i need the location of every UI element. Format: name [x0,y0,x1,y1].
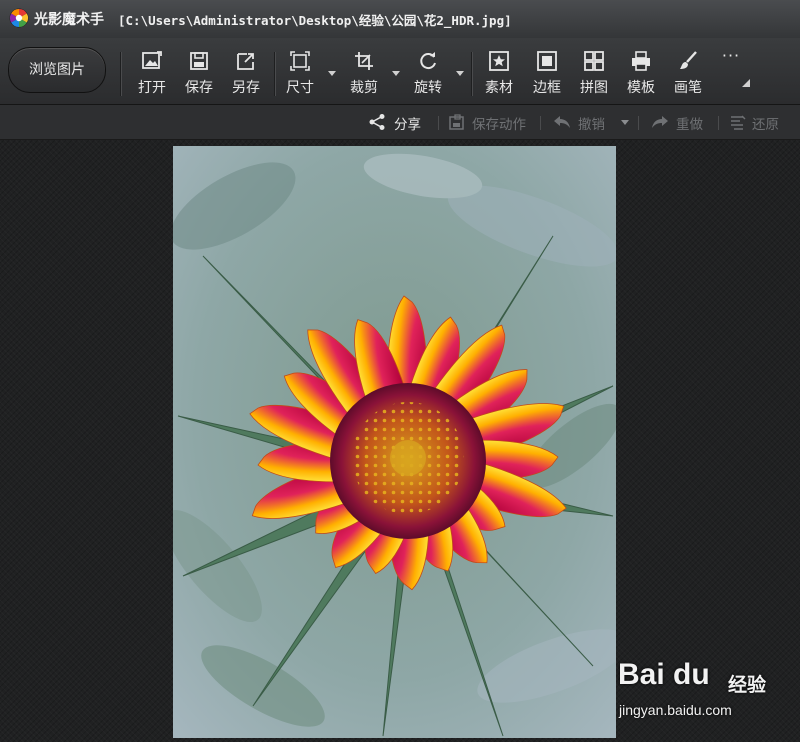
collage-grid-icon [584,51,604,71]
more-tools-button[interactable]: ··· [716,46,746,98]
crop-icon [355,52,373,70]
undo-dropdown-caret-icon[interactable] [620,117,630,127]
save-as-button[interactable]: 另存 [224,46,268,98]
open-image-icon [142,51,162,69]
save-label: 保存 [185,80,213,96]
printer-template-icon [632,51,650,71]
material-label: 素材 [485,80,513,96]
restore-button[interactable]: 还原 [728,112,788,133]
open-label: 打开 [138,80,166,96]
more-tools-label: ··· [721,46,741,65]
collage-label: 拼图 [580,80,608,96]
save-button[interactable]: 保存 [177,46,221,98]
action-divider [638,116,639,130]
crop-label: 裁剪 [350,80,378,96]
toolbar-divider [120,52,121,96]
file-path: [C:\Users\Administrator\Desktop\经验\公园\花2… [118,13,512,28]
jingyan-text: 经验 [728,674,767,696]
undo-arrow-icon [554,116,570,128]
app-logo-icon [9,8,29,28]
title-bar: 光影魔术手 [C:\Users\Administrator\Desktop\经验… [0,0,800,39]
resize-button[interactable]: 尺寸 [278,46,322,98]
open-button[interactable]: 打开 [130,46,174,98]
resize-dropdown-caret-icon[interactable] [327,68,337,78]
rotate-label: 旋转 [414,80,442,96]
action-divider [438,116,439,130]
frame-button[interactable]: 边框 [525,46,569,98]
save-action-button[interactable]: 保存动作 [448,112,530,133]
resize-label: 尺寸 [286,80,314,96]
browse-images-button[interactable]: 浏览图片 [8,47,106,93]
baidu-logo-text: Bai du [618,658,710,691]
action-bar: 分享 保存动作 撤销 重做 还原 [0,105,800,140]
redo-arrow-icon [652,116,668,128]
action-divider [540,116,541,130]
material-button[interactable]: 素材 [477,46,521,98]
undo-button[interactable]: 撤销 [552,112,612,133]
redo-button[interactable]: 重做 [650,112,710,133]
rotate-button[interactable]: 旋转 [406,46,450,98]
crop-button[interactable]: 裁剪 [342,46,386,98]
collage-button[interactable]: 拼图 [572,46,616,98]
save-as-icon [237,53,254,70]
toolbar-divider [471,52,472,96]
template-label: 模板 [627,80,655,96]
rotate-dropdown-caret-icon[interactable] [455,68,465,78]
brush-label: 画笔 [674,80,702,96]
share-button[interactable]: 分享 [368,112,428,133]
watermark-url: jingyan.baidu.com [619,702,732,718]
crop-dropdown-caret-icon[interactable] [391,68,401,78]
star-material-icon [489,51,509,71]
main-toolbar: 浏览图片 打开 保存 另存 尺寸 裁剪 旋转 素材 边框 拼图 模板 画笔 ··… [0,38,800,105]
frame-label: 边框 [533,80,561,96]
photo-preview[interactable] [173,146,616,738]
save-disk-icon [190,52,208,70]
undo-label: 撤销 [578,117,605,133]
save-action-icon [449,114,464,130]
expand-corner-arrow-icon[interactable] [741,78,751,88]
share-label: 分享 [394,117,421,133]
save-as-label: 另存 [232,80,260,96]
restore-icon [731,115,746,130]
app-title: 光影魔术手 [34,12,104,28]
redo-label: 重做 [676,117,703,133]
brush-icon [680,51,697,69]
rotate-icon [420,52,436,70]
save-action-label: 保存动作 [472,117,526,133]
template-button[interactable]: 模板 [619,46,663,98]
share-icon [369,114,385,130]
baidu-jingyan-watermark: Bai du 经验 jingyan.baidu.com [618,656,798,726]
restore-label: 还原 [752,117,779,133]
flower-photo [173,146,616,738]
action-divider [718,116,719,130]
brush-button[interactable]: 画笔 [666,46,710,98]
resize-icon [290,51,310,71]
toolbar-divider [274,52,275,96]
frame-icon [537,51,557,71]
